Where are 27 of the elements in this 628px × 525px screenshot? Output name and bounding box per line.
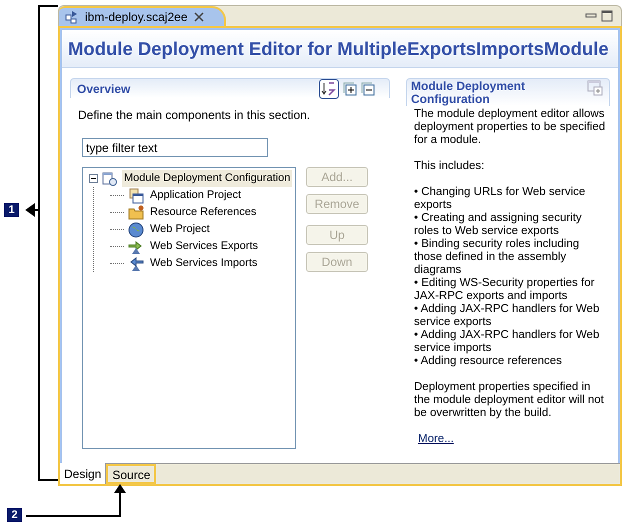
tree-item[interactable]: Web Services Imports: [148, 255, 260, 272]
section-heading: Overview: [77, 80, 130, 98]
tree-item[interactable]: Resource References: [148, 204, 258, 221]
description-text: The module deployment editor allows deployment properties to be specified for a module.: [414, 108, 606, 147]
section-description: Define the main components in this section.: [78, 107, 312, 124]
callout-marker: 2: [7, 508, 22, 522]
bullet-item: • Adding JAX-RPC handlers for Web service imports: [414, 329, 600, 355]
filter-field[interactable]: type filter text: [82, 138, 268, 157]
editor-title: Module Deployment Editor for MultipleExportsImportsModule: [68, 36, 609, 61]
page-tab[interactable]: Source: [106, 464, 156, 484]
bullet-item: • Adding resource references: [414, 355, 563, 368]
bullet-item: • Editing WS-Security properties for JAX-RPC exports and imports: [414, 277, 596, 303]
more-link[interactable]: More...: [418, 433, 454, 446]
bullet-item: • Creating and assigning security roles to Web service exports: [414, 212, 583, 238]
tree-item[interactable]: Module Deployment Configuration: [122, 170, 292, 187]
bullet-item: • Binding security roles including those defined in the assembly diagrams: [414, 238, 580, 277]
section-heading: Module Deployment Configuration: [411, 80, 526, 106]
tree-item[interactable]: Web Project: [148, 221, 212, 238]
page-tab[interactable]: Design: [60, 463, 106, 484]
editor-tab[interactable]: ibm-deploy.scaj2ee: [59, 6, 226, 26]
tree-item[interactable]: Web Services Exports: [148, 238, 260, 255]
tree-item[interactable]: Application Project: [148, 187, 244, 204]
description-text: This includes:: [414, 160, 486, 173]
callout-marker: 1: [4, 203, 19, 217]
description-text: Deployment properties specified in the module deployment editor will not be overwritten by the build.: [414, 381, 605, 420]
bullet-item: • Changing URLs for Web service exports: [414, 186, 586, 212]
bullet-item: • Adding JAX-RPC handlers for Web service exports: [414, 303, 600, 329]
